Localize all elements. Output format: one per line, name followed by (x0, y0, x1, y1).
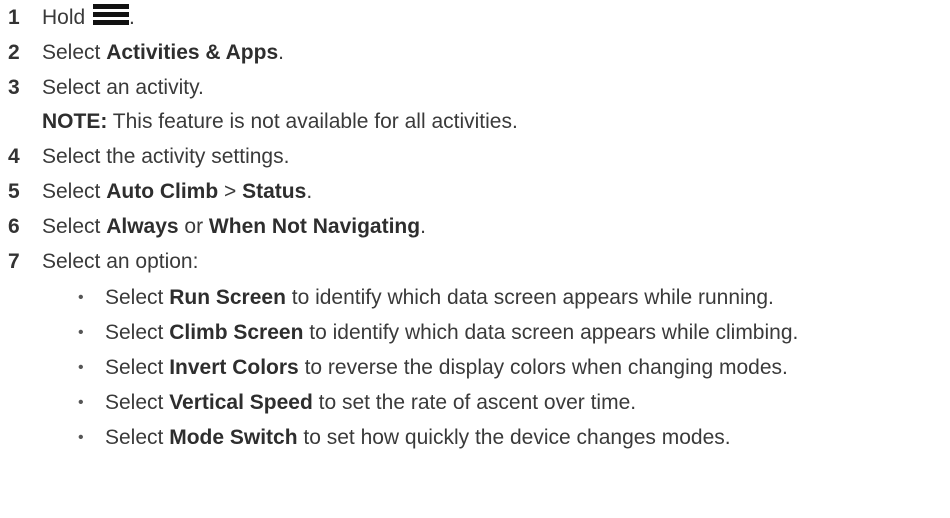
option-mode-switch: Mode Switch (169, 426, 298, 449)
step-text: Hold . (42, 4, 135, 32)
menu-item-status: Status (242, 180, 307, 203)
bullet-pre: Select (105, 321, 170, 344)
step-number: 4 (8, 145, 20, 168)
step-text-pre: Select (42, 180, 107, 203)
bullet-text: Select Run Screen to identify which data… (105, 284, 774, 312)
step-number: 6 (8, 215, 20, 238)
step-number: 1 (8, 6, 20, 29)
step-text-mid: or (178, 215, 209, 238)
bullet-post: to identify which data screen appears wh… (303, 321, 799, 344)
step-text-pre: Select (42, 215, 107, 238)
option-vertical-speed: Vertical Speed (169, 391, 313, 414)
bullet-dot: • (78, 394, 84, 411)
bullet-text: Select Mode Switch to set how quickly th… (105, 424, 731, 452)
bullet-text: Select Vertical Speed to set the rate of… (105, 389, 636, 417)
bullet-pre: Select (105, 391, 170, 414)
bullet-post: to set how quickly the device changes mo… (297, 426, 731, 449)
note-label: NOTE: (42, 110, 108, 133)
note-text: NOTE: This feature is not available for … (42, 108, 518, 136)
step-text: Select an option: (42, 250, 199, 273)
bullet-dot: • (78, 324, 84, 341)
note-body: This feature is not available for all ac… (107, 110, 518, 133)
step-text-pre: Hold (42, 6, 92, 29)
bullet-post: to reverse the display colors when chang… (298, 356, 788, 379)
step-text-post: . (129, 6, 135, 29)
menu-item-activities-apps: Activities & Apps (106, 41, 279, 64)
bullet-text: Select Climb Screen to identify which da… (105, 319, 798, 347)
step-text: Select the activity settings. (42, 145, 290, 168)
option-climb-screen: Climb Screen (169, 321, 304, 344)
step-text-post: . (306, 180, 313, 203)
option-invert-colors: Invert Colors (169, 356, 299, 379)
bullet-pre: Select (105, 356, 170, 379)
bullet-text: Select Invert Colors to reverse the disp… (105, 354, 788, 382)
step-text: Select Activities & Apps. (42, 39, 284, 67)
bullet-dot: • (78, 359, 84, 376)
menu-icon (93, 4, 130, 26)
instruction-document: 1 Hold . 2 Select Activities & Apps. 3 S… (0, 0, 950, 518)
step-text-post: . (420, 215, 426, 238)
step-number: 3 (8, 76, 20, 99)
step-text: Select Auto Climb > Status. (42, 178, 312, 206)
step-text-post: . (278, 41, 284, 64)
option-when-not-navigating: When Not Navigating (208, 215, 421, 238)
option-run-screen: Run Screen (169, 286, 286, 309)
bullet-dot: • (78, 289, 84, 306)
bullet-post: to set the rate of ascent over time. (312, 391, 637, 414)
step-number: 7 (8, 250, 20, 273)
bullet-pre: Select (105, 426, 170, 449)
step-text-pre: Select (42, 41, 107, 64)
bullet-post: to identify which data screen appears wh… (285, 286, 774, 309)
option-always: Always (106, 215, 179, 238)
bullet-pre: Select (105, 286, 170, 309)
bullet-dot: • (78, 429, 84, 446)
step-text-mid: > (218, 180, 243, 203)
step-text: Select an activity. (42, 76, 204, 99)
step-number: 2 (8, 41, 20, 64)
step-number: 5 (8, 180, 20, 203)
step-text: Select Always or When Not Navigating. (42, 213, 426, 241)
menu-item-auto-climb: Auto Climb (106, 180, 219, 203)
